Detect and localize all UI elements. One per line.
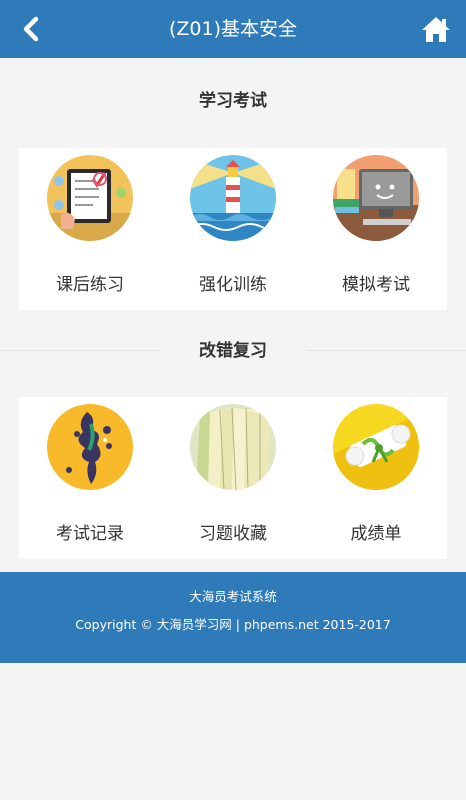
tile-mock-exam[interactable]: 模拟考试: [305, 148, 447, 310]
tile-label: 课后练习: [56, 275, 124, 295]
tile-label: 考试记录: [56, 524, 124, 544]
tile-question-favorites[interactable]: 习题收藏: [162, 397, 304, 559]
computer-monitor-icon: [333, 155, 419, 241]
tile-intensive-training[interactable]: 强化训练: [162, 148, 304, 310]
home-icon: [422, 17, 450, 42]
tile-label: 强化训练: [199, 275, 267, 295]
footer: 大海员考试系统 Copyright © 大海员学习网 | phpems.net …: [0, 572, 466, 663]
study-section-title: 学习考试: [199, 91, 267, 111]
study-card: 课后练习 强化训练 模拟考试: [19, 148, 447, 310]
lighthouse-icon: [190, 155, 276, 241]
tile-exam-records[interactable]: 考试记录: [19, 397, 161, 559]
tile-label: 习题收藏: [199, 524, 267, 544]
tile-transcript[interactable]: 成绩单: [305, 397, 447, 559]
tile-label: 模拟考试: [342, 275, 410, 295]
top-nav-bar: (Z01)基本安全: [0, 0, 466, 58]
chevron-left-icon: [23, 16, 39, 42]
tile-label: 成绩单: [350, 524, 402, 544]
review-section-title: 改错复习: [0, 336, 466, 366]
tile-after-class-practice[interactable]: 课后练习: [19, 148, 161, 310]
certificate-scroll-icon: [333, 404, 419, 490]
tablet-checklist-icon: [47, 155, 133, 241]
paint-splash-icon: [47, 404, 133, 490]
page-title: (Z01)基本安全: [168, 18, 298, 40]
home-button[interactable]: [418, 11, 454, 47]
back-button[interactable]: [14, 12, 48, 46]
footer-system-name: 大海员考试系统: [189, 589, 277, 604]
footer-copyright: Copyright © 大海员学习网 | phpems.net 2015-201…: [75, 617, 391, 632]
book-pages-icon: [190, 404, 276, 490]
review-card: 考试记录 习题收藏 成绩单: [19, 397, 447, 559]
